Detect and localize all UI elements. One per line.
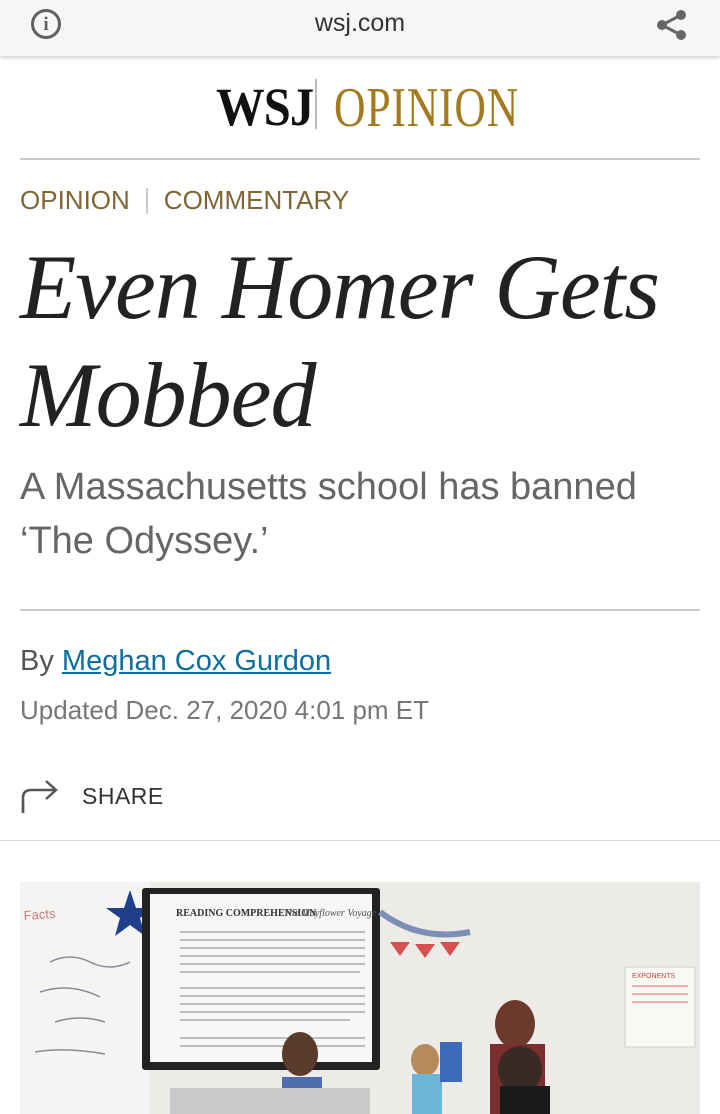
url-domain[interactable]: wsj.com	[0, 9, 720, 38]
browser-url-bar: i wsj.com	[0, 0, 720, 56]
masthead-divider	[315, 79, 317, 129]
byline: By Meghan Cox Gurdon	[20, 645, 331, 678]
share-label: SHARE	[82, 782, 164, 809]
article-photo[interactable]: Facts READING COMPREHENSION The Mayflowe…	[20, 882, 700, 1114]
classroom-photo: Facts READING COMPREHENSION The Mayflowe…	[20, 882, 700, 1114]
masthead[interactable]: WSJ OPINION	[0, 70, 720, 140]
article-dek: A Massachusetts school has banned ‘The O…	[20, 466, 637, 562]
author-link[interactable]: Meghan Cox Gurdon	[62, 645, 331, 677]
whiteboard-note: EXPONENTS	[632, 973, 676, 980]
opinion-logo[interactable]: OPINION	[334, 76, 519, 140]
share-arrow-icon	[21, 780, 58, 813]
divider	[0, 840, 720, 841]
share-nodes-icon[interactable]	[654, 8, 690, 42]
svg-text:Facts: Facts	[23, 906, 56, 923]
article-timestamp: Updated Dec. 27, 2020 4:01 pm ET	[20, 695, 430, 725]
share-button[interactable]: SHARE	[20, 776, 164, 816]
flashline-separator	[145, 187, 148, 214]
wsj-logo[interactable]: WSJ	[216, 76, 314, 138]
divider	[20, 609, 700, 611]
byline-prefix: By	[20, 645, 62, 677]
flashline-subsection-link[interactable]: COMMENTARY	[164, 185, 349, 216]
section-flashline: OPINION COMMENTARY	[20, 185, 349, 216]
flashline-section-link[interactable]: OPINION	[20, 185, 130, 216]
screen-subtitle: The Mayflower Voyage	[284, 908, 377, 919]
article-headline: Even Homer Gets Mobbed	[20, 236, 660, 446]
divider	[20, 158, 700, 160]
